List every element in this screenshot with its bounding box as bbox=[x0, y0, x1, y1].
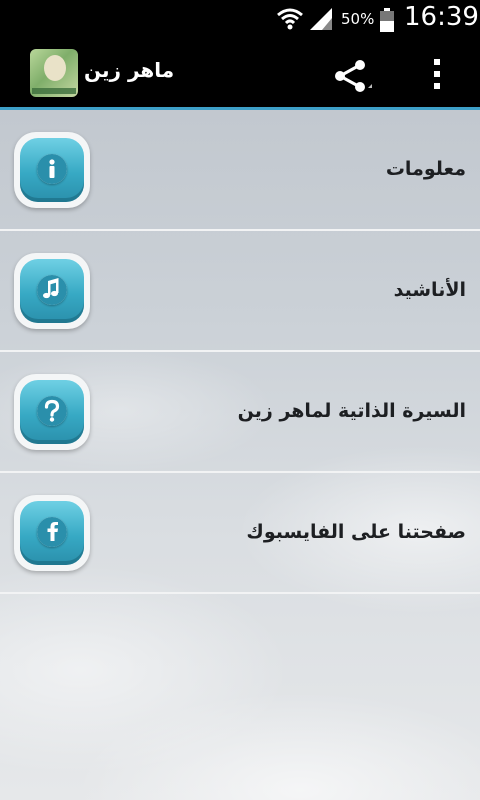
app-icon-portrait bbox=[44, 55, 66, 81]
info-icon bbox=[37, 154, 67, 184]
status-bar: 50% 16:39 bbox=[0, 0, 480, 38]
overflow-menu-icon[interactable] bbox=[427, 57, 447, 91]
menu-item-label: السيرة الذاتية لماهر زين bbox=[237, 400, 466, 422]
question-icon bbox=[37, 396, 67, 426]
signal-icon bbox=[310, 8, 332, 30]
menu-item-info[interactable]: معلومات bbox=[0, 110, 480, 231]
app-icon[interactable] bbox=[30, 49, 78, 97]
share-icon[interactable] bbox=[332, 56, 372, 96]
menu-item-songs[interactable]: الأناشيد bbox=[0, 231, 480, 352]
facebook-button[interactable] bbox=[14, 495, 90, 571]
action-bar: ماهر زين bbox=[0, 38, 480, 108]
clock: 16:39 bbox=[404, 2, 479, 32]
music-note-icon bbox=[37, 275, 67, 305]
app-icon-caption-band bbox=[32, 88, 76, 94]
battery-icon bbox=[380, 8, 394, 32]
menu-item-label: الأناشيد bbox=[393, 279, 466, 301]
page-title: ماهر زين bbox=[84, 58, 175, 82]
menu-list: معلومات الأناشيد السيرة الذاتية لماهر زي… bbox=[0, 110, 480, 800]
menu-item-biography[interactable]: السيرة الذاتية لماهر زين bbox=[0, 352, 480, 473]
menu-item-facebook[interactable]: صفحتنا على الفايسبوك bbox=[0, 473, 480, 594]
menu-item-label: صفحتنا على الفايسبوك bbox=[246, 521, 466, 543]
battery-percent: 50% bbox=[341, 10, 375, 28]
menu-item-label: معلومات bbox=[385, 158, 466, 180]
wifi-icon bbox=[277, 8, 303, 30]
info-button[interactable] bbox=[14, 132, 90, 208]
songs-button[interactable] bbox=[14, 253, 90, 329]
biography-button[interactable] bbox=[14, 374, 90, 450]
facebook-icon bbox=[37, 517, 67, 547]
